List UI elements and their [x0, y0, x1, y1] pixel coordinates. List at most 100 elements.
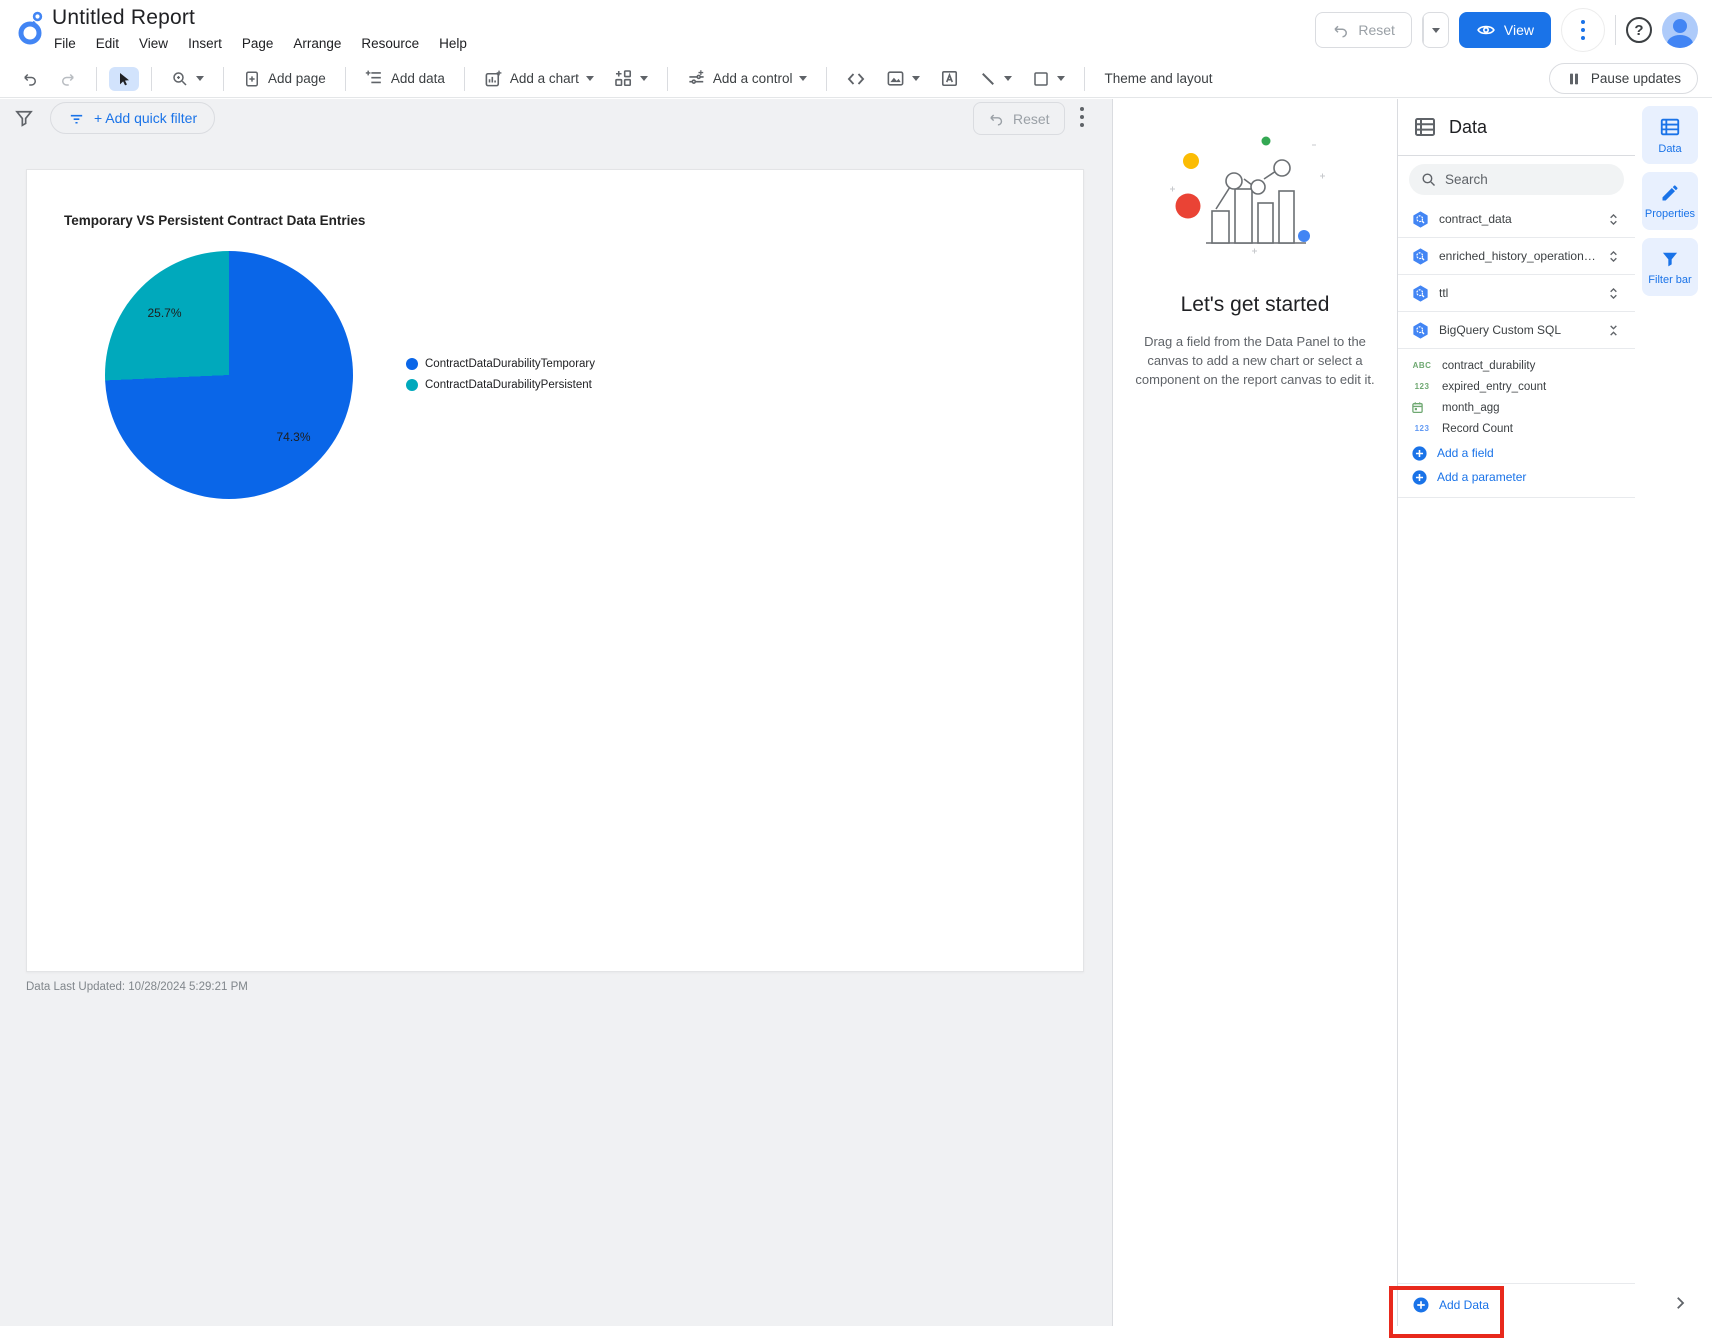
- data-source-name: ttl: [1439, 286, 1449, 300]
- add-page-button[interactable]: Add page: [236, 66, 333, 92]
- data-source-list: contract_data enriched_history_operations…: [1398, 201, 1635, 349]
- rail-tab-properties[interactable]: Properties: [1642, 172, 1698, 230]
- report-canvas-area: + Add quick filter Reset Temporary VS Pe…: [0, 99, 1112, 1326]
- add-data-icon: [365, 70, 381, 84]
- funnel-icon[interactable]: [14, 108, 34, 128]
- text-field-icon: ABC: [1412, 361, 1432, 370]
- expand-source-icon[interactable]: [1605, 248, 1622, 265]
- field-name: Record Count: [1442, 422, 1513, 435]
- expand-source-icon[interactable]: [1605, 211, 1622, 228]
- green-dot: [1261, 136, 1271, 146]
- zoom-tool-button[interactable]: [164, 66, 211, 92]
- menu-item-insert[interactable]: Insert: [178, 33, 232, 54]
- add-control-button[interactable]: Add a control: [680, 65, 815, 92]
- data-source-row[interactable]: contract_data: [1398, 201, 1635, 238]
- menu-item-view[interactable]: View: [129, 33, 178, 54]
- share-dropdown-button[interactable]: [1422, 13, 1448, 47]
- collapse-panel-chevron[interactable]: [1671, 1294, 1689, 1312]
- rail-tab-filter-bar[interactable]: Filter bar: [1642, 238, 1698, 296]
- number-field-icon: 123: [1414, 382, 1430, 391]
- eye-icon: [1477, 25, 1495, 35]
- shape-button[interactable]: [1025, 66, 1072, 92]
- avatar[interactable]: [1662, 12, 1698, 48]
- add-a-parameter-button[interactable]: Add a parameter: [1398, 465, 1635, 489]
- data-last-updated: Data Last Updated: 10/28/2024 5:29:21 PM: [26, 981, 248, 993]
- redo-button[interactable]: [52, 66, 84, 92]
- blue-dot: [1298, 230, 1310, 242]
- community-viz-icon: [615, 70, 631, 87]
- embed-code-icon: [848, 72, 865, 85]
- pause-icon: [1569, 73, 1578, 84]
- rail-tab-data[interactable]: Data: [1642, 106, 1698, 164]
- canvas-kebab-menu[interactable]: [1080, 107, 1084, 127]
- add-chart-icon: [485, 70, 502, 87]
- search-box[interactable]: [1409, 164, 1624, 195]
- menu-item-file[interactable]: File: [44, 33, 86, 54]
- community-visualizations-button[interactable]: [607, 65, 655, 92]
- field-row-month_agg[interactable]: month_agg: [1398, 397, 1635, 418]
- report-page[interactable]: Temporary VS Persistent Contract Data En…: [26, 169, 1084, 972]
- reset-button[interactable]: Reset: [1315, 12, 1412, 48]
- field-row-contract_durability[interactable]: ABC contract_durability: [1398, 355, 1635, 376]
- expand-source-icon[interactable]: [1605, 285, 1622, 302]
- data-source-row[interactable]: enriched_history_operations_sorob...: [1398, 238, 1635, 275]
- menu-item-page[interactable]: Page: [232, 33, 284, 54]
- search-icon: [1422, 173, 1436, 187]
- add-data-bottom-button[interactable]: Add Data: [1398, 1296, 1489, 1314]
- chevron-down-icon: [639, 76, 648, 81]
- theme-layout-button[interactable]: Theme and layout: [1097, 67, 1219, 90]
- undo-button[interactable]: [14, 66, 46, 92]
- plus-circle-icon: [1412, 445, 1427, 461]
- add-data-label: Add data: [390, 71, 445, 86]
- rail-tab-label: Properties: [1644, 207, 1696, 220]
- bigquery-icon: [1413, 321, 1428, 339]
- add-quick-filter-button[interactable]: + Add quick filter: [50, 102, 216, 134]
- chart-title: Temporary VS Persistent Contract Data En…: [64, 213, 366, 228]
- pie-chart[interactable]: 74.3% 25.7%: [105, 251, 353, 499]
- menu-item-edit[interactable]: Edit: [86, 33, 129, 54]
- calendar-icon: [1411, 401, 1433, 414]
- report-title[interactable]: Untitled Report: [52, 6, 477, 30]
- add-chart-button[interactable]: Add a chart: [477, 65, 601, 92]
- divider: [1615, 15, 1616, 45]
- share-button-group: Share: [1331, 12, 1449, 729]
- getting-started-heading: Let's get started: [1180, 293, 1330, 316]
- menu-bar: File Edit View Insert Page Arrange Resource Hel…: [44, 33, 477, 54]
- menu-item-help[interactable]: Help: [429, 33, 477, 54]
- embed-button[interactable]: [839, 65, 873, 93]
- field-name: month_agg: [1442, 401, 1500, 414]
- select-tool-button[interactable]: [109, 66, 139, 91]
- view-button[interactable]: View: [1458, 12, 1551, 48]
- chevron-down-icon: [585, 76, 594, 81]
- field-row-expired_entry_count[interactable]: 123 expired_entry_count: [1398, 376, 1635, 397]
- add-quick-filter-label: + Add quick filter: [94, 110, 198, 126]
- magnifier-icon: [173, 71, 187, 86]
- image-button[interactable]: [879, 65, 927, 92]
- rail-tab-label: Data: [1658, 142, 1682, 155]
- chevron-down-icon: [799, 76, 808, 81]
- pie-slice-label: 74.3%: [276, 429, 311, 444]
- add-data-button[interactable]: Add data: [358, 65, 452, 92]
- data-source-row[interactable]: BigQuery Custom SQL: [1398, 312, 1635, 349]
- canvas-reset-button[interactable]: Reset: [973, 102, 1065, 135]
- menu-item-resource[interactable]: Resource: [351, 33, 429, 54]
- legend-item[interactable]: ContractDataDurabilityTemporary: [406, 353, 595, 374]
- table-icon: [1415, 118, 1435, 136]
- filter-list-icon: [70, 114, 83, 124]
- data-source-row[interactable]: ttl: [1398, 275, 1635, 312]
- add-a-field-button[interactable]: Add a field: [1398, 441, 1635, 465]
- line-button[interactable]: [972, 66, 1019, 92]
- pencil-icon: [1660, 183, 1680, 203]
- field-row-record-count[interactable]: 123 Record Count: [1398, 418, 1635, 439]
- more-options-button[interactable]: [1561, 8, 1605, 52]
- text-button[interactable]: [933, 65, 966, 92]
- help-icon[interactable]: ?: [1626, 17, 1652, 43]
- pause-updates-button[interactable]: Pause updates: [1548, 63, 1698, 94]
- legend-item[interactable]: ContractDataDurabilityPersistent: [406, 374, 595, 395]
- collapse-source-icon[interactable]: [1605, 322, 1622, 339]
- legend-label: ContractDataDurabilityTemporary: [425, 357, 596, 370]
- legend-color-dot: [406, 378, 418, 391]
- chart-legend: ContractDataDurabilityTemporary ContractD…: [406, 353, 595, 395]
- search-input[interactable]: [1445, 172, 1605, 187]
- menu-item-arrange[interactable]: Arrange: [283, 33, 351, 54]
